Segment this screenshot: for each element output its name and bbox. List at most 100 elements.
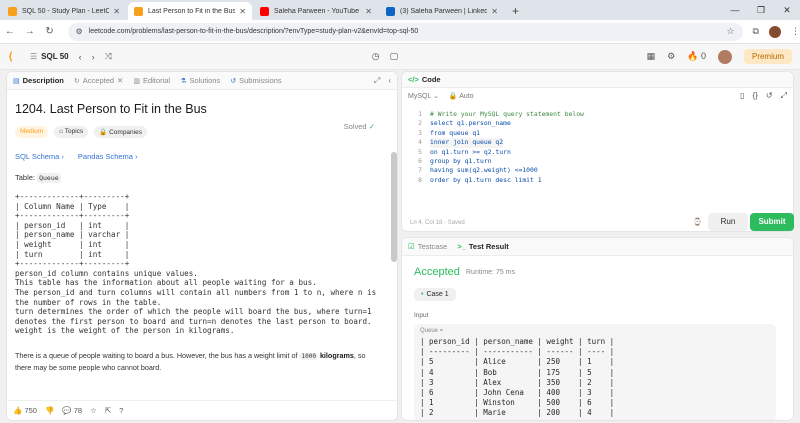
hint-icon[interactable]: ⌚: [693, 218, 702, 226]
document-icon: ▤: [13, 77, 20, 85]
checkbox-icon: ☑: [408, 242, 415, 251]
comment-count: 78: [73, 406, 83, 415]
browser-tab[interactable]: SQL 50 - Study Plan - LeetCode ✕: [2, 2, 126, 20]
bookmark-star-icon[interactable]: ☆: [726, 26, 734, 37]
next-problem-icon[interactable]: ›: [92, 52, 95, 62]
run-button[interactable]: Run: [708, 213, 748, 231]
tab-label: Description: [22, 76, 64, 85]
terminal-icon: >_: [457, 242, 466, 251]
tab-submissions[interactable]: ↺ Submissions: [230, 76, 281, 85]
layout-icon[interactable]: ▦: [647, 51, 656, 62]
link-label: SQL Schema: [15, 152, 60, 161]
url-text: leetcode.com/problems/last-person-to-fit…: [88, 28, 419, 35]
tab-accepted[interactable]: ↻ Accepted ✕: [74, 76, 123, 85]
close-icon[interactable]: ✕: [365, 7, 372, 16]
code-icon: </>: [408, 75, 419, 84]
tab-label: Testcase: [417, 242, 448, 251]
comments-button[interactable]: 💬 78: [62, 406, 82, 415]
tab-test-result[interactable]: >_ Test Result: [457, 242, 508, 251]
auto-toggle[interactable]: 🔒 Auto: [449, 92, 474, 100]
solved-status: Solved ✓: [344, 122, 375, 131]
problem-paragraph: There is a queue of people waiting to bo…: [15, 350, 383, 373]
line-number: 8: [418, 175, 422, 184]
browser-tab[interactable]: (3) Saleha Parween | LinkedIn ✕: [380, 2, 504, 20]
streak-fire-icon[interactable]: 🔥 0: [687, 51, 706, 62]
difficulty-badge[interactable]: Medium: [15, 126, 49, 138]
menu-icon[interactable]: ⋮: [791, 26, 800, 37]
new-tab-icon[interactable]: +: [512, 2, 519, 20]
forward-icon[interactable]: →: [20, 26, 40, 37]
table-label: Table: Queue: [15, 173, 383, 183]
prev-problem-icon[interactable]: ‹: [79, 52, 82, 62]
line-number: 5: [418, 147, 422, 156]
timer-icon[interactable]: ◷: [372, 51, 380, 62]
expand-icon[interactable]: ⤢: [374, 76, 380, 86]
site-info-icon[interactable]: ⚙: [76, 27, 83, 36]
extensions-icon[interactable]: ⧉: [753, 26, 759, 37]
back-icon[interactable]: ←: [0, 26, 20, 37]
tab-title: SQL 50 - Study Plan - LeetCode: [22, 7, 110, 15]
status-label: Solved: [343, 122, 367, 131]
streak-count: 0: [700, 51, 706, 61]
close-window-icon[interactable]: ✕: [774, 5, 800, 16]
line-number: 4: [418, 138, 422, 147]
description-footer: 👍 750 👎 💬 78 ☆ ⇱ ?: [7, 400, 397, 420]
close-icon[interactable]: ✕: [491, 7, 498, 16]
leetcode-logo-icon[interactable]: ⟨: [8, 51, 20, 63]
history-icon: ↻: [73, 77, 80, 85]
sql-schema-link[interactable]: SQL Schema ›: [15, 152, 64, 161]
code-lines[interactable]: 1 # Write your MySQL query statement belo…: [410, 110, 584, 185]
line-number: 1: [418, 110, 422, 118]
tab-label: Accepted: [82, 76, 115, 85]
minimize-icon[interactable]: —: [722, 5, 748, 15]
pandas-schema-link[interactable]: Pandas Schema ›: [78, 152, 138, 161]
chevron-down-icon: ⌄: [433, 93, 439, 100]
url-field[interactable]: ⚙ leetcode.com/problems/last-person-to-f…: [67, 22, 743, 41]
fullscreen-icon[interactable]: ⤢: [781, 91, 787, 101]
settings-icon[interactable]: ⚙: [667, 51, 675, 62]
close-icon[interactable]: ✕: [113, 7, 120, 16]
language-select[interactable]: MySQL ⌄: [408, 92, 439, 100]
study-plan-title[interactable]: SQL 50: [41, 52, 68, 61]
book-icon: ▥: [133, 77, 140, 85]
tab-editorial[interactable]: ▥ Editorial: [133, 76, 170, 85]
user-avatar[interactable]: [717, 49, 732, 64]
premium-button[interactable]: Premium: [743, 49, 792, 64]
history-icon: ↺: [230, 77, 237, 85]
tab-solutions[interactable]: ⚗ Solutions: [180, 76, 220, 85]
shuffle-icon[interactable]: ⤨: [105, 51, 112, 62]
braces-icon[interactable]: {}: [753, 91, 758, 101]
leetcode-navbar: ⟨ ☰ SQL 50 ‹ › ⤨ ◷ ▢ ▦ ⚙ 🔥 0 Premium: [0, 44, 800, 70]
tab-description[interactable]: ▤ Description: [13, 76, 64, 85]
star-icon[interactable]: ☆: [90, 406, 97, 415]
profile-avatar[interactable]: S: [768, 25, 781, 38]
case-tab[interactable]: • Case 1: [414, 288, 456, 301]
list-icon[interactable]: ☰: [30, 52, 37, 61]
help-icon[interactable]: ?: [119, 406, 123, 415]
companies-chip[interactable]: 🔒 Companies: [94, 126, 147, 138]
topics-chip[interactable]: ⌂ Topics: [54, 126, 89, 138]
code-line: on q1.turn >= q2.turn: [430, 147, 511, 156]
reload-icon[interactable]: ↻: [40, 26, 60, 37]
submit-button[interactable]: Submit: [750, 213, 794, 231]
like-button[interactable]: 👍 750: [13, 406, 37, 415]
tab-testcase[interactable]: ☑ Testcase: [408, 242, 447, 251]
close-icon[interactable]: ✕: [239, 7, 246, 16]
scrollbar[interactable]: [391, 152, 397, 262]
dislike-icon[interactable]: 👎: [45, 406, 54, 415]
maximize-icon[interactable]: ❐: [748, 5, 774, 16]
browser-tab[interactable]: Saleha Parween - YouTube ✕: [254, 2, 378, 20]
notes-icon[interactable]: ▢: [390, 51, 399, 62]
share-icon[interactable]: ⇱: [105, 406, 111, 415]
para-bold: kilograms: [319, 350, 354, 360]
reset-icon[interactable]: ↺: [766, 91, 773, 101]
browser-tab-active[interactable]: Last Person to Fit in the Bus - L ✕: [128, 2, 252, 20]
input-label: Input: [414, 312, 429, 319]
close-icon[interactable]: ✕: [117, 76, 123, 85]
table-name: Queue: [37, 173, 61, 183]
input-table-name: Queue =: [420, 328, 444, 334]
collapse-icon[interactable]: ‹: [388, 76, 391, 86]
youtube-favicon-icon: [260, 6, 269, 16]
bookmark-icon[interactable]: ▯: [740, 91, 744, 101]
line-number: 6: [418, 157, 422, 166]
